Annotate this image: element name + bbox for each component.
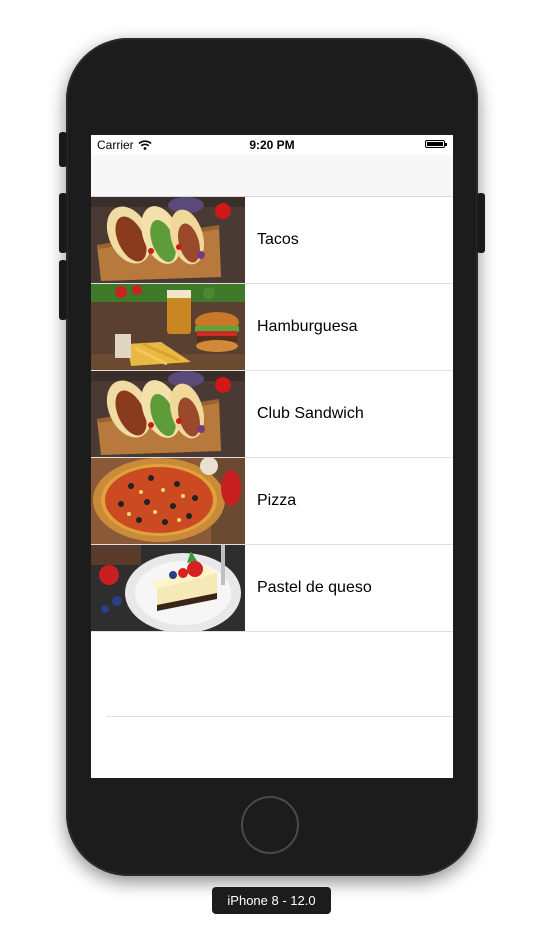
list-item-label: Club Sandwich: [257, 405, 364, 422]
list-item[interactable]: Pastel de queso: [91, 545, 453, 632]
empty-row-separator: [106, 716, 453, 717]
screen: Carrier 9:20 PM Tacos Hamburguesa Club S…: [91, 135, 453, 778]
cheesecake-image: [91, 545, 245, 631]
battery-icon: [425, 140, 447, 148]
list-item[interactable]: Club Sandwich: [91, 371, 453, 458]
food-list[interactable]: Tacos Hamburguesa Club Sandwich Pizza Pa…: [91, 197, 453, 632]
list-item[interactable]: Tacos: [91, 197, 453, 284]
status-time: 9:20 PM: [249, 138, 295, 152]
home-button[interactable]: [241, 796, 299, 854]
status-bar: Carrier 9:20 PM: [91, 135, 453, 155]
volume-up-button: [59, 193, 67, 253]
device-label: iPhone 8 - 12.0: [212, 887, 331, 914]
mute-switch: [59, 132, 67, 167]
list-item[interactable]: Pizza: [91, 458, 453, 545]
power-button: [477, 193, 485, 253]
pizza-image: [91, 458, 245, 544]
list-item-label: Hamburguesa: [257, 318, 358, 335]
sandwich-image: [91, 371, 245, 457]
navigation-bar: [91, 155, 453, 197]
hamburger-image: [91, 284, 245, 370]
list-item-label: Pastel de queso: [257, 579, 372, 596]
list-item-label: Tacos: [257, 231, 299, 248]
list-item[interactable]: Hamburguesa: [91, 284, 453, 371]
tacos-image: [91, 197, 245, 283]
volume-down-button: [59, 260, 67, 320]
list-item-label: Pizza: [257, 492, 297, 509]
